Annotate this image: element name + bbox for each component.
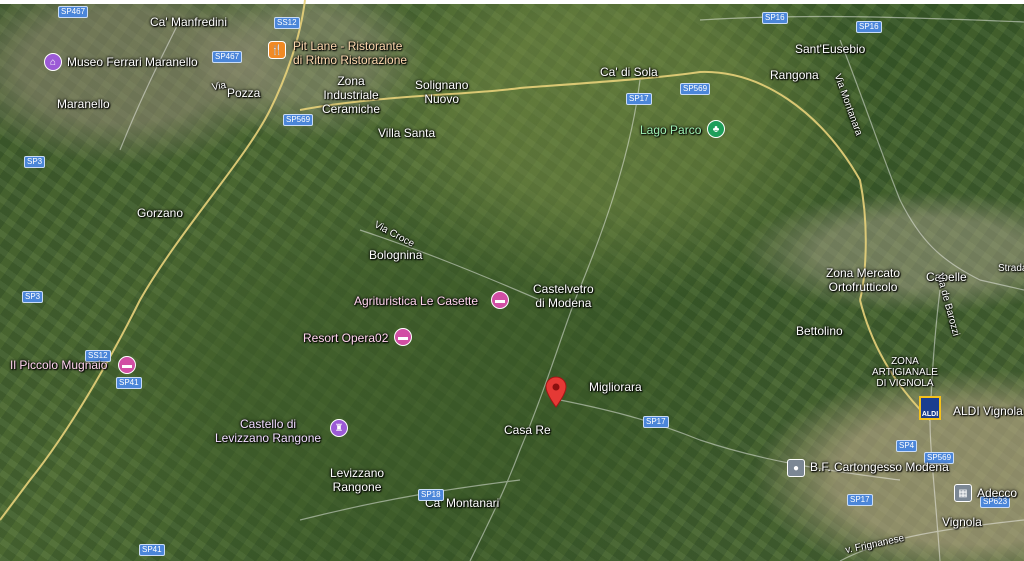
shield-sp569: SP569 (283, 114, 314, 126)
shield-sp17: SP17 (626, 93, 652, 105)
place-maranello: Maranello (57, 97, 110, 111)
place-gorzano: Gorzano (137, 206, 184, 220)
poi-pit-lane-label[interactable]: Pit Lane - Ristorante di Ritmo Ristorazi… (293, 39, 407, 67)
place-zona-mercato: Zona Mercato Ortofrutticolo (826, 266, 901, 294)
road-via-montanara (839, 39, 1024, 291)
poi-bf-label[interactable]: B.F. Cartongesso Modena (810, 460, 949, 474)
shield-sp4: SP4 (896, 440, 918, 452)
shield-sp17: SP17 (847, 494, 873, 506)
poi-museo-label[interactable]: Museo Ferrari Maranello (67, 55, 198, 69)
poi-resort-label[interactable]: Resort Opera02 (303, 331, 388, 345)
road-sp17 (469, 79, 641, 561)
road-via-croce (359, 229, 541, 301)
place-levizzano: Levizzano Rangone (330, 466, 385, 494)
landmark-icon[interactable]: ♜ (330, 419, 348, 437)
shield-sp41: SP41 (139, 544, 165, 556)
shield-ss12: SS12 (274, 17, 300, 29)
shield-sp467: SP467 (212, 51, 243, 63)
shield-sp16: SP16 (762, 12, 788, 24)
shield-sp3: SP3 (24, 156, 46, 168)
place-strada: Strada (998, 263, 1024, 274)
location-pin-icon[interactable] (545, 376, 567, 408)
tree-icon[interactable]: ♣ (707, 120, 725, 138)
shield-sp16: SP16 (856, 21, 882, 33)
shield-sp41: SP41 (116, 377, 142, 389)
place-ca-manfredini: Ca' Manfredini (150, 15, 227, 29)
place-bettolino: Bettolino (796, 324, 843, 338)
poi-lago-parco-label[interactable]: Lago Parco (640, 123, 701, 137)
road-sp467 (119, 19, 181, 151)
restaurant-icon[interactable]: 🍴 (268, 41, 286, 59)
poi-piccolo-label[interactable]: Il Piccolo Mugnaio (10, 358, 107, 372)
place-casa-re: Casa Re (504, 423, 551, 437)
place-migliorara: Migliorara (589, 380, 642, 394)
place-rangona: Rangona (770, 68, 819, 82)
place-villa-santa: Villa Santa (378, 126, 436, 140)
hotel-icon[interactable]: ▬ (118, 356, 136, 374)
store-icon[interactable]: ● (787, 459, 805, 477)
office-icon[interactable]: ▦ (954, 484, 972, 502)
place-zona-artigianale: ZONA ARTIGIANALE DI VIGNOLA (872, 356, 938, 389)
shield-sp18: SP18 (418, 489, 444, 501)
place-solignano: Solignano Nuovo (415, 78, 469, 106)
road-label-via: Via (211, 79, 228, 94)
place-sant-eusebio: Sant'Eusebio (795, 42, 866, 56)
poi-castello-label[interactable]: Castello di Levizzano Rangone (215, 417, 321, 445)
place-vignola: Vignola (942, 515, 982, 529)
hotel-icon[interactable]: ▬ (394, 328, 412, 346)
place-ca-di-sola: Ca' di Sola (600, 65, 658, 79)
place-bolognina: Bolognina (369, 248, 423, 262)
place-zona-industriale: Zona Industriale Ceramiche (322, 74, 381, 116)
shield-sp3: SP3 (22, 291, 44, 303)
museum-icon[interactable]: ⌂ (44, 53, 62, 71)
aldi-logo-icon[interactable]: ALDI (919, 396, 941, 420)
poi-adecco-label[interactable]: Adecco (977, 486, 1017, 500)
place-pozza: Pozza (227, 86, 261, 100)
shield-sp569: SP569 (680, 83, 711, 95)
poi-aldi-label[interactable]: ALDI Vignola (953, 404, 1023, 418)
shield-sp17: SP17 (643, 416, 669, 428)
poi-agriturismo-label[interactable]: Agrituristica Le Casette (354, 294, 478, 308)
place-castelvetro: Castelvetro di Modena (533, 282, 594, 310)
road-via-de-barozzi (929, 289, 941, 561)
satellite-map[interactable]: Ca' Manfredini Maranello Pozza Zona Indu… (0, 0, 1024, 561)
road-sp569 (299, 70, 867, 301)
hotel-icon[interactable]: ▬ (491, 291, 509, 309)
shield-sp467: SP467 (58, 6, 89, 18)
